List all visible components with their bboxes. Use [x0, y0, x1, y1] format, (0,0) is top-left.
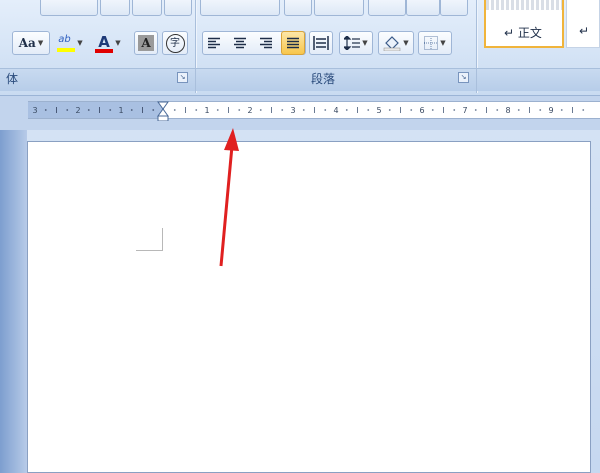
- word-window: Aa ▼ ab ▼ A ▼ A 字 体 ↘ ▼ ▼ ▼ 段落 ↘ ↵ 正文 ↵ …: [0, 0, 600, 473]
- red-arrow-annotation-icon: [219, 128, 239, 267]
